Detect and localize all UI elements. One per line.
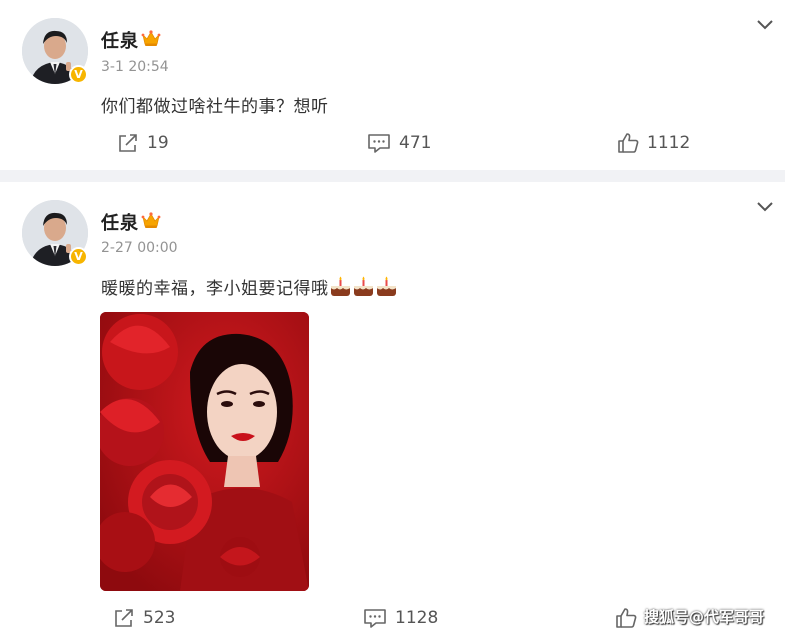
crown-icon xyxy=(141,30,161,46)
username[interactable]: 任泉 xyxy=(101,27,139,53)
post-text: 你们都做过啥社牛的事？想听 xyxy=(101,97,329,117)
like-button[interactable] xyxy=(615,606,637,630)
post-time[interactable]: 2-27 00:00 xyxy=(101,240,178,256)
repost-button[interactable]: 19 xyxy=(117,131,169,155)
repost-button[interactable]: 523 xyxy=(113,606,175,630)
comment-count: 1128 xyxy=(395,608,439,628)
like-icon xyxy=(618,133,639,153)
like-button[interactable]: 1112 xyxy=(617,131,690,155)
repost-icon xyxy=(119,134,137,152)
avatar[interactable]: V xyxy=(22,18,88,84)
cake-emoji xyxy=(353,276,373,296)
post-text-body: 暖暖的幸福，李小姐要记得哦 xyxy=(101,279,329,299)
repost-count: 19 xyxy=(147,133,169,153)
like-icon xyxy=(616,608,637,628)
post-image[interactable] xyxy=(100,312,309,591)
post-text: 暖暖的幸福，李小姐要记得哦 xyxy=(101,274,398,303)
cake-emoji xyxy=(376,276,396,296)
cake-emoji xyxy=(330,276,350,296)
comment-button[interactable]: 471 xyxy=(367,131,431,155)
portrait-photo xyxy=(100,312,309,591)
avatar[interactable]: V xyxy=(22,200,88,266)
comment-count: 471 xyxy=(399,133,432,153)
like-count: 1112 xyxy=(647,133,691,153)
chevron-down-icon[interactable] xyxy=(756,200,774,212)
repost-icon xyxy=(115,609,133,627)
comment-icon xyxy=(364,609,386,628)
feed-post: V 任泉 2-27 00:00 暖暖的幸福，李小姐要记得哦 523 1128 搜… xyxy=(0,182,785,634)
emoji-group xyxy=(329,276,398,303)
post-separator xyxy=(0,170,785,182)
post-time[interactable]: 3-1 20:54 xyxy=(101,59,169,75)
repost-count: 523 xyxy=(143,608,176,628)
crown-icon xyxy=(141,212,161,228)
username[interactable]: 任泉 xyxy=(101,209,139,235)
feed-post: V 任泉 3-1 20:54 你们都做过啥社牛的事？想听 19 471 1112 xyxy=(0,0,785,170)
verified-badge: V xyxy=(69,247,88,266)
comment-button[interactable]: 1128 xyxy=(363,606,438,630)
chevron-down-icon[interactable] xyxy=(756,18,774,30)
comment-icon xyxy=(368,134,390,153)
verified-badge: V xyxy=(69,65,88,84)
watermark: 搜狐号@代军哥哥 xyxy=(644,608,765,626)
